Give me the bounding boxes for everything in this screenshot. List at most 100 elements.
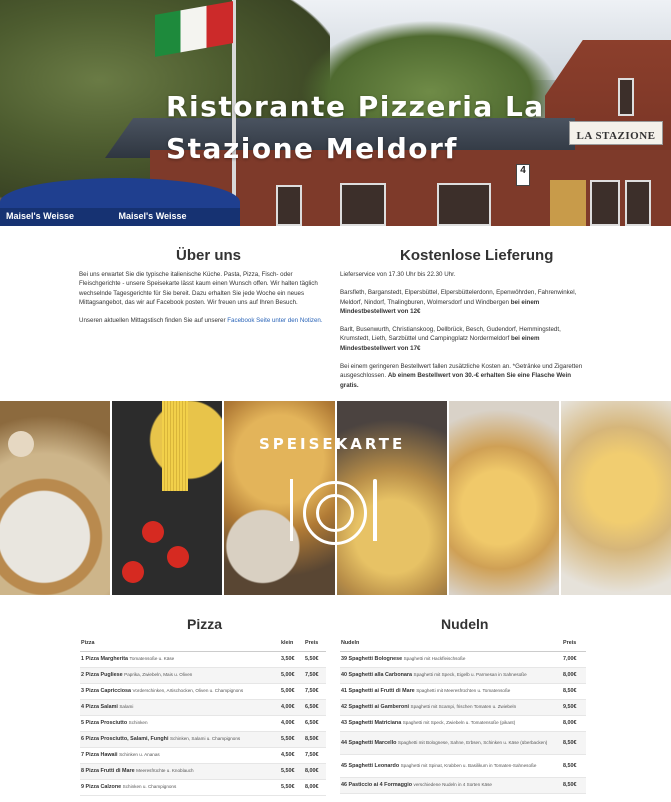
price: 8,50€ bbox=[562, 754, 586, 778]
window bbox=[340, 183, 386, 226]
tomato bbox=[142, 521, 165, 543]
dish-name: 1 Pizza Margherita bbox=[81, 656, 129, 662]
table-row: 39 Spaghetti Bolognese Spaghetti mit Hac… bbox=[340, 651, 586, 668]
pasta-varieties-image bbox=[336, 401, 447, 595]
table-row: 43 Spaghetti Matriciana Spaghetti mit Sp… bbox=[340, 715, 586, 732]
about-lunch-paragraph: Unseren aktuellen Mittagstisch finden Si… bbox=[79, 316, 324, 325]
price: 8,50€ bbox=[562, 683, 586, 700]
fresh-pasta-image bbox=[560, 401, 671, 595]
about-title: Über uns bbox=[176, 247, 242, 264]
tomato bbox=[122, 561, 145, 583]
table-row: 42 Spaghetti ai Gamberoni Spaghetti mit … bbox=[340, 699, 586, 716]
dish-cell: 43 Spaghetti Matriciana Spaghetti mit Sp… bbox=[340, 715, 562, 732]
dish-cell: 2 Pizza Pugliese Paprika, Zwiebeln, Mais… bbox=[80, 667, 280, 684]
price: 7,50€ bbox=[304, 747, 326, 764]
dish-name: 3 Pizza Capricciosa bbox=[81, 688, 132, 694]
food-gallery bbox=[0, 401, 671, 595]
pizza-table: Pizza klein Preis 1 Pizza Margherita Tom… bbox=[80, 636, 326, 796]
umbrella-text: Maisel's Weisse bbox=[118, 211, 187, 221]
dish-cell: 8 Pizza Frutti di Mare Meeresfrüchte u. … bbox=[80, 763, 280, 780]
delivery-hours: Lieferservice von 17.30 Uhr bis 22.30 Uh… bbox=[340, 271, 456, 278]
price-small: 5,50€ bbox=[280, 779, 304, 796]
dish-name: 6 Pizza Prosciutto, Salami, Funghi bbox=[81, 736, 169, 742]
col-header: klein bbox=[280, 636, 304, 652]
dish-cell: 5 Pizza Prosciutto Schinken bbox=[80, 715, 280, 732]
about-lunch-text: Unseren aktuellen Mittagstisch finden Si… bbox=[79, 317, 226, 325]
dish-description: Spaghetti mit Hackfleischsoße bbox=[403, 656, 466, 661]
table-row: 4 Pizza Salami Salami 4,00€ 6,50€ bbox=[80, 699, 326, 716]
nudeln-table: Nudeln Preis 39 Spaghetti Bolognese Spag… bbox=[340, 636, 586, 794]
price: 8,00€ bbox=[304, 763, 326, 780]
price-small: 4,00€ bbox=[280, 715, 304, 732]
col-header: Preis bbox=[562, 636, 586, 652]
dish-name: 43 Spaghetti Matriciana bbox=[341, 720, 402, 726]
delivery-title: Kostenlose Lieferung bbox=[400, 247, 554, 264]
dish-cell: 44 Spaghetti Marcello Spaghetti mit Bolo… bbox=[340, 731, 562, 755]
about-paragraph: Bei uns erwartet Sie die typische italie… bbox=[79, 271, 318, 306]
dish-description: Spaghetti mit Meeresfrüchten u. Tomatens… bbox=[416, 688, 511, 693]
dish-name: 8 Pizza Frutti di Mare bbox=[81, 768, 135, 774]
hero-banner: LA STAZIONE 4 Maisel's Weisse Maisel's W… bbox=[0, 0, 671, 226]
dish-description: Spaghetti mit Speck, Eigelb u. Parmesan … bbox=[413, 672, 527, 677]
window bbox=[437, 183, 491, 226]
facebook-link[interactable]: Facebook Seite unter den Notizen. bbox=[227, 317, 322, 324]
price: 7,50€ bbox=[304, 667, 326, 684]
page-title: Ristorante Pizzeria La Stazione Meldorf bbox=[166, 90, 545, 165]
dish-description: Schinken, Salami u. Champignons bbox=[169, 736, 241, 741]
price: 6,50€ bbox=[304, 699, 326, 716]
dish-name: 42 Spaghetti ai Gamberoni bbox=[341, 704, 409, 710]
dish-cell: 41 Spaghetti ai Frutti di Mare Spaghetti… bbox=[340, 683, 562, 700]
flour-image bbox=[0, 401, 111, 595]
price: 8,50€ bbox=[304, 731, 326, 748]
dish-description: Spaghetti mit Bolognese, Sahne, Erbsen, … bbox=[397, 739, 548, 745]
table-row: 7 Pizza Hawaii Schinken u. Ananas 4,50€ 7,… bbox=[80, 747, 326, 764]
dish-name: 45 Spaghetti Leonardo bbox=[341, 762, 400, 769]
price: 8,00€ bbox=[562, 715, 586, 732]
table-row: 46 Pasticcio ai 4 Formaggio verschiedene… bbox=[340, 777, 586, 794]
table-row: 8 Pizza Frutti di Mare Meeresfrüchte u. … bbox=[80, 763, 326, 780]
table-row: 1 Pizza Margherita Tomatensoße u. Käse 3,… bbox=[80, 651, 326, 668]
nudeln-title: Nudeln bbox=[441, 616, 489, 632]
spaghetti bbox=[162, 401, 189, 491]
price: 8,00€ bbox=[304, 779, 326, 796]
dish-cell: 46 Pasticcio ai 4 Formaggio verschiedene… bbox=[340, 777, 562, 794]
tomato bbox=[167, 546, 190, 568]
egg bbox=[8, 431, 34, 457]
dish-description: Spaghetti mit Spinat, Krabben u. Basilik… bbox=[400, 762, 537, 768]
price-small: 3,50€ bbox=[280, 651, 304, 668]
window bbox=[276, 185, 302, 226]
dish-description: Paprika, Zwiebeln, Mais u. Oliven bbox=[124, 672, 193, 677]
dish-description: Vorderschinken, Artischocken, Oliven u. … bbox=[132, 688, 244, 693]
dish-name: 44 Spaghetti Marcello bbox=[341, 739, 397, 746]
dish-name: 5 Pizza Prosciutto bbox=[81, 720, 128, 726]
price-small: 4,50€ bbox=[280, 747, 304, 764]
dish-description: Schinken bbox=[128, 720, 148, 725]
col-header: Pizza bbox=[80, 636, 280, 652]
price-small: 5,50€ bbox=[280, 731, 304, 748]
delivery-note: Bei einem geringeren Bestellwert fallen … bbox=[340, 362, 590, 390]
col-header: Nudeln bbox=[340, 636, 562, 652]
price: 9,50€ bbox=[562, 699, 586, 716]
dish-cell: 40 Spaghetti alla Carbonara Spaghetti mi… bbox=[340, 667, 562, 684]
price-small: 4,00€ bbox=[280, 699, 304, 716]
table-row: 41 Spaghetti ai Frutti di Mare Spaghetti… bbox=[340, 683, 586, 700]
tagliatelle-image bbox=[448, 401, 559, 595]
price: 5,50€ bbox=[304, 651, 326, 668]
col-header: Preis bbox=[304, 636, 326, 652]
dish-cell: 42 Spaghetti ai Gamberoni Spaghetti mit … bbox=[340, 699, 562, 716]
table-row: 6 Pizza Prosciutto, Salami, Funghi Schin… bbox=[80, 731, 326, 748]
dish-cell: 45 Spaghetti Leonardo Spaghetti mit Spin… bbox=[340, 754, 562, 778]
dish-name: 9 Pizza Calzone bbox=[81, 784, 122, 790]
price: 8,50€ bbox=[562, 777, 586, 794]
window bbox=[590, 180, 620, 226]
umbrella-text: Maisel's Weisse bbox=[6, 211, 75, 221]
dish-cell: 9 Pizza Calzone Schinken u. Champignons bbox=[80, 779, 280, 796]
price: 7,50€ bbox=[304, 683, 326, 700]
dish-cell: 39 Spaghetti Bolognese Spaghetti mit Hac… bbox=[340, 651, 562, 668]
dish-description: Meeresfrüchte u. Knoblauch bbox=[136, 768, 194, 773]
dish-cell: 7 Pizza Hawaii Schinken u. Ananas bbox=[80, 747, 280, 764]
dish-description: Spaghetti mit Scampi, frischen Tomaten u… bbox=[410, 704, 517, 709]
price-small: 5,00€ bbox=[280, 683, 304, 700]
dish-name: 41 Spaghetti ai Frutti di Mare bbox=[341, 688, 415, 694]
dish-description: Schinken u. Champignons bbox=[122, 784, 177, 789]
